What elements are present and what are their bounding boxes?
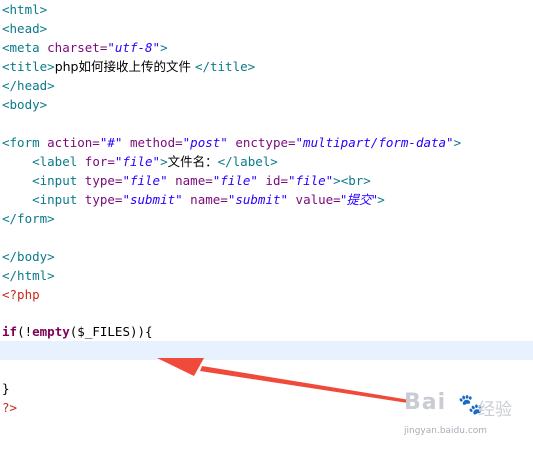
red-arrow-icon (157, 358, 410, 403)
watermark-url: jingyan.baidu.com (404, 426, 488, 436)
watermark-label: 经验 (478, 400, 512, 420)
watermark-brand: Bai (404, 390, 447, 415)
baidu-jingyan-watermark: Bai 🐾 经验 jingyan.baidu.com (392, 388, 532, 446)
